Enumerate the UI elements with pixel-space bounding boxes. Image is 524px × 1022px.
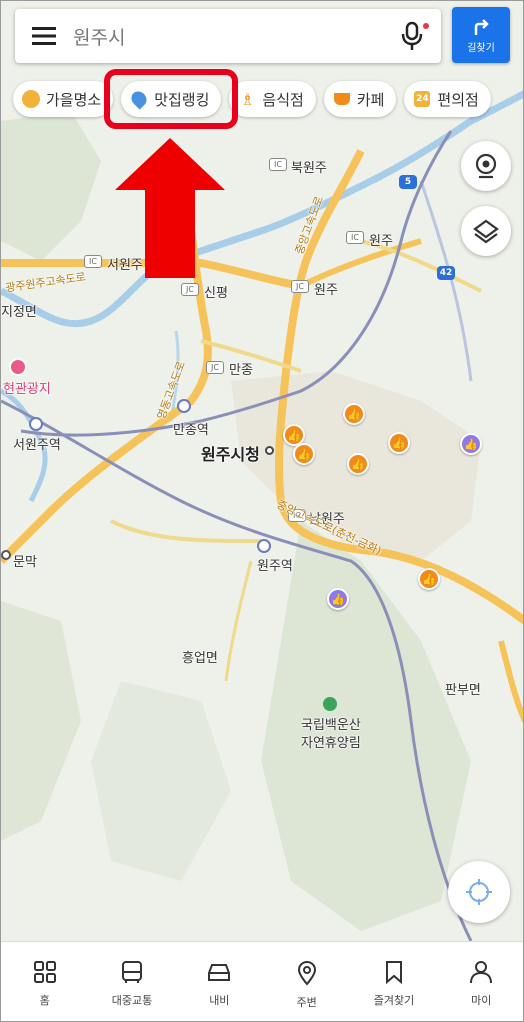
train-station-icon	[177, 399, 191, 413]
location-pin-icon	[297, 960, 316, 986]
turn-arrow-icon	[474, 18, 489, 35]
nav-navigation[interactable]: 내비	[176, 942, 263, 1021]
nav-favorites[interactable]: 즐겨찾기	[350, 942, 437, 1021]
nav-label: 주변	[296, 996, 317, 1009]
bottom-navigation: 홈 대중교통 내비 주변 즐겨찾기 마이	[1, 941, 523, 1021]
bookmark-icon	[385, 961, 402, 984]
category-chips: 가을명소 맛집랭킹 ♗ 음식점 카페 24 편의점	[13, 81, 491, 119]
map-label-wonju-jc: 원주	[314, 283, 338, 298]
map-canvas[interactable]	[1, 1, 524, 941]
map-label-manjong-station: 만종역	[173, 423, 209, 438]
restaurant-pin[interactable]: 👍	[293, 443, 315, 465]
map-view[interactable]: IC 북원주 IC 원주 IC 서원주 JC 신평 JC 원주 지정면 현관광지…	[1, 1, 524, 941]
chip-label: 카페	[356, 90, 385, 109]
microphone-icon	[401, 21, 423, 50]
map-label-panbu: 판부면	[445, 683, 481, 698]
nav-home[interactable]: 홈	[1, 942, 88, 1021]
camera-poi-icon[interactable]	[9, 358, 27, 376]
jc-badge: JC	[181, 283, 199, 296]
home-grid-icon	[33, 961, 56, 983]
map-label-jijeong: 지정면	[1, 305, 37, 320]
nav-transit[interactable]: 대중교통	[88, 942, 175, 1021]
voice-search-button[interactable]	[383, 9, 441, 63]
car-icon	[208, 964, 231, 981]
jc-badge: JC	[206, 361, 224, 374]
bus-icon	[121, 961, 142, 983]
map-label-park-line1: 국립백운산	[301, 718, 361, 733]
nav-label: 홈	[39, 994, 50, 1007]
hamburger-icon	[32, 27, 56, 45]
layers-button[interactable]	[461, 206, 511, 256]
chip-autumn-spots[interactable]: 가을명소	[13, 81, 114, 117]
restaurant-pin[interactable]: 👍	[347, 453, 369, 475]
convenience-store-icon: 24	[412, 89, 432, 109]
restaurant-pin[interactable]: 👍	[418, 568, 440, 590]
train-station-icon	[29, 417, 43, 431]
crosshair-icon	[466, 879, 492, 905]
city-hall-icon	[265, 446, 274, 455]
nav-my[interactable]: 마이	[438, 942, 523, 1021]
notification-dot	[423, 23, 429, 29]
map-label-wonju-ic: 원주	[369, 234, 393, 249]
map-label-sinpyeong: 신평	[204, 286, 228, 301]
map-label-wonju-station: 원주역	[257, 559, 293, 574]
train-station-icon	[257, 539, 271, 553]
map-label-heungeop: 흥업면	[182, 651, 218, 666]
cctv-icon	[475, 153, 497, 179]
route-shield: 5	[399, 175, 417, 189]
chip-label: 가을명소	[46, 90, 102, 109]
restaurant-pin[interactable]: 👍	[343, 403, 365, 425]
search-bar[interactable]: 원주시	[15, 9, 441, 63]
map-label-hyeonkwang: 현관광지	[3, 382, 51, 397]
map-label-munmak: 문막	[13, 555, 37, 570]
route-shield: 42	[437, 266, 455, 280]
cafe-pin[interactable]: 👍	[327, 588, 349, 610]
subway-icon	[1, 550, 11, 560]
chip-cafe[interactable]: 카페	[323, 81, 397, 117]
map-label-park-line2: 자연휴양림	[301, 736, 361, 751]
park-icon	[323, 697, 337, 711]
map-label-city-hall: 원주시청	[201, 445, 260, 464]
directions-label: 길찾기	[467, 42, 495, 54]
coffee-cup-icon	[332, 89, 352, 109]
menu-button[interactable]	[15, 9, 73, 63]
search-input[interactable]: 원주시	[73, 23, 383, 50]
current-location-button[interactable]	[448, 861, 510, 923]
jc-badge: JC	[291, 280, 309, 293]
autumn-leaf-icon	[21, 89, 41, 109]
map-label-bukwonju: 북원주	[291, 161, 327, 176]
chip-label: 음식점	[262, 90, 304, 109]
chip-restaurants[interactable]: ♗ 음식점	[229, 81, 316, 117]
person-icon	[470, 961, 493, 984]
cctv-button[interactable]	[461, 141, 511, 191]
fork-knife-icon: ♗	[240, 89, 255, 109]
cafe-pin[interactable]: 👍	[460, 433, 482, 455]
nav-label: 즐겨찾기	[373, 994, 415, 1007]
annotation-highlight-box	[104, 69, 238, 129]
ic-badge: IC	[346, 231, 364, 244]
ic-badge: IC	[269, 158, 287, 171]
directions-button[interactable]: 길찾기	[452, 7, 510, 63]
map-label-manjong: 만종	[229, 363, 253, 378]
app-frame: IC 북원주 IC 원주 IC 서원주 JC 신평 JC 원주 지정면 현관광지…	[0, 0, 524, 1022]
annotation-arrow-up-icon	[115, 138, 225, 278]
chip-convenience-store[interactable]: 24 편의점	[404, 81, 491, 117]
nav-label: 마이	[471, 994, 492, 1007]
nav-label: 대중교통	[111, 994, 153, 1007]
restaurant-pin[interactable]: 👍	[388, 432, 410, 454]
nav-label: 내비	[209, 994, 230, 1007]
map-label-seowonju-station: 서원주역	[13, 438, 61, 453]
nav-nearby[interactable]: 주변	[263, 942, 350, 1021]
ic-badge: IC	[84, 255, 102, 268]
layers-icon	[473, 219, 499, 244]
chip-label: 편의점	[437, 90, 479, 109]
